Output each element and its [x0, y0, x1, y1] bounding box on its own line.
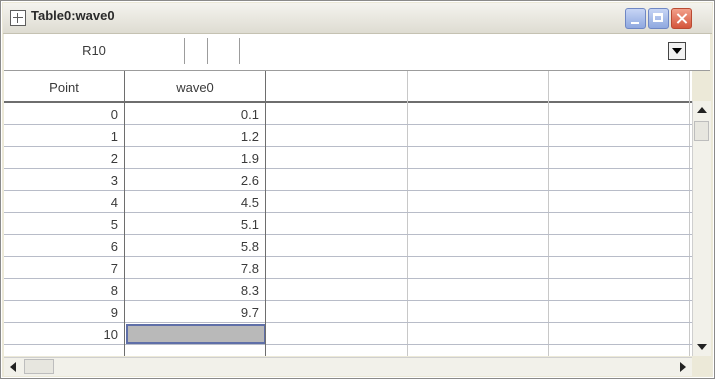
value-cell[interactable]: 2.6 — [125, 169, 259, 190]
value-cell[interactable]: 1.9 — [125, 147, 259, 168]
column-header-point[interactable]: Point — [4, 71, 125, 101]
column-divider[interactable] — [124, 103, 125, 356]
entry-value-field[interactable] — [240, 38, 645, 64]
table-row[interactable]: 2 1.9 — [4, 147, 692, 169]
point-cell: 1 — [110, 129, 118, 144]
point-cell: 4 — [110, 195, 118, 210]
table-window: Table0:wave0 R10 Point wave0 0 0.1 1 1.2… — [0, 0, 715, 379]
title-bar[interactable]: Table0:wave0 — [3, 3, 712, 34]
data-table: Point wave0 0 0.1 1 1.2 2 1.9 3 2.6 4 4.… — [4, 71, 692, 356]
minimize-button[interactable] — [625, 8, 646, 29]
cell-reference: R10 — [4, 38, 185, 64]
table-row[interactable]: 3 2.6 — [4, 169, 692, 191]
entry-bar: R10 — [4, 34, 710, 71]
value-cell[interactable]: 7.8 — [125, 257, 259, 278]
point-cell: 5 — [110, 217, 118, 232]
value-cell[interactable]: 9.7 — [125, 301, 259, 322]
scroll-right-icon[interactable] — [680, 362, 686, 372]
point-cell: 6 — [110, 239, 118, 254]
value-cell[interactable]: 8.3 — [125, 279, 259, 300]
vertical-scrollbar[interactable] — [692, 101, 711, 356]
table-row[interactable]: 8 8.3 — [4, 279, 692, 301]
value-cell[interactable]: 0.1 — [125, 103, 259, 124]
table-row[interactable]: 10 — [4, 323, 692, 345]
value-cell[interactable]: 5.1 — [125, 213, 259, 234]
vertical-scroll-thumb[interactable] — [694, 121, 709, 141]
point-cell: 7 — [110, 261, 118, 276]
value-cell[interactable] — [125, 323, 259, 344]
value-cell[interactable]: 5.8 — [125, 235, 259, 256]
entry-accept-box[interactable] — [185, 38, 208, 64]
resize-grip[interactable] — [693, 358, 710, 375]
point-cell: 10 — [103, 327, 118, 342]
table-row[interactable]: 7 7.8 — [4, 257, 692, 279]
table-row[interactable]: 9 9.7 — [4, 301, 692, 323]
table-row[interactable]: 5 5.1 — [4, 213, 692, 235]
point-cell: 2 — [110, 151, 118, 166]
table-window-icon[interactable] — [10, 10, 26, 26]
table-row[interactable]: 4 4.5 — [4, 191, 692, 213]
value-cell[interactable]: 4.5 — [125, 191, 259, 212]
table-row[interactable]: 6 5.8 — [4, 235, 692, 257]
point-cell: 0 — [110, 107, 118, 122]
horizontal-scrollbar[interactable] — [4, 357, 692, 376]
column-header-wave0[interactable]: wave0 — [125, 71, 266, 101]
point-cell: 9 — [110, 305, 118, 320]
scroll-down-icon[interactable] — [697, 344, 707, 350]
window-title: Table0:wave0 — [31, 8, 115, 23]
value-cell[interactable]: 1.2 — [125, 125, 259, 146]
point-cell: 8 — [110, 283, 118, 298]
maximize-button[interactable] — [648, 8, 669, 29]
table-header-row: Point wave0 — [4, 71, 692, 103]
point-cell: 3 — [110, 173, 118, 188]
entry-cancel-box[interactable] — [208, 38, 240, 64]
chevron-down-icon[interactable] — [668, 42, 686, 60]
table-row[interactable]: 1 1.2 — [4, 125, 692, 147]
horizontal-scroll-thumb[interactable] — [24, 359, 54, 374]
scroll-up-icon[interactable] — [697, 107, 707, 113]
scroll-left-icon[interactable] — [10, 362, 16, 372]
table-row[interactable]: 0 0.1 — [4, 103, 692, 125]
close-button[interactable] — [671, 8, 692, 29]
column-divider[interactable] — [265, 103, 266, 356]
